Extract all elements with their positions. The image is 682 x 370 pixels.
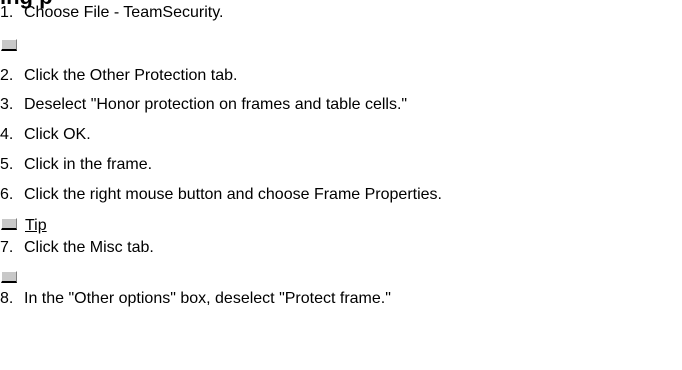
screenshot-thumbnail-icon[interactable]	[1, 39, 17, 51]
step-1: 1. Choose File - TeamSecurity.	[0, 3, 223, 23]
screenshot-thumbnail-icon[interactable]	[1, 271, 17, 283]
step-text: Click the Other Protection tab.	[24, 67, 238, 84]
step-text: Deselect "Honor protection on frames and…	[24, 96, 408, 113]
step-text: Click OK.	[24, 126, 91, 143]
step-4: 4. Click OK.	[0, 125, 91, 145]
step-number: 3.	[0, 96, 14, 113]
step-text: In the "Other options" box, deselect "Pr…	[24, 290, 391, 307]
step-number: 2.	[0, 67, 14, 84]
step-6: 6. Click the right mouse button and choos…	[0, 185, 442, 205]
step-number: 8.	[0, 290, 14, 307]
step-3: 3. Deselect "Honor protection on frames a…	[0, 95, 407, 115]
step-text: Click the right mouse button and choose …	[24, 186, 442, 203]
screenshot-thumbnail-icon[interactable]	[1, 217, 17, 230]
step-2: 2. Click the Other Protection tab.	[0, 66, 237, 86]
step-number: 4.	[0, 126, 14, 143]
step-text: Click in the frame.	[24, 156, 153, 173]
step-8: 8. In the "Other options" box, deselect "…	[0, 289, 391, 309]
step-number: 6.	[0, 186, 14, 203]
step-number: 7.	[0, 239, 14, 256]
step-number: 1.	[0, 4, 14, 21]
tip-link[interactable]: Tip	[17, 217, 47, 235]
tip-row: Tip	[1, 217, 47, 235]
step-text: Click the Misc tab.	[24, 239, 154, 256]
step-7: 7. Click the Misc tab.	[0, 238, 154, 258]
step-5: 5. Click in the frame.	[0, 155, 152, 175]
step-number: 5.	[0, 156, 14, 173]
step-text: Choose File - TeamSecurity.	[24, 4, 224, 21]
